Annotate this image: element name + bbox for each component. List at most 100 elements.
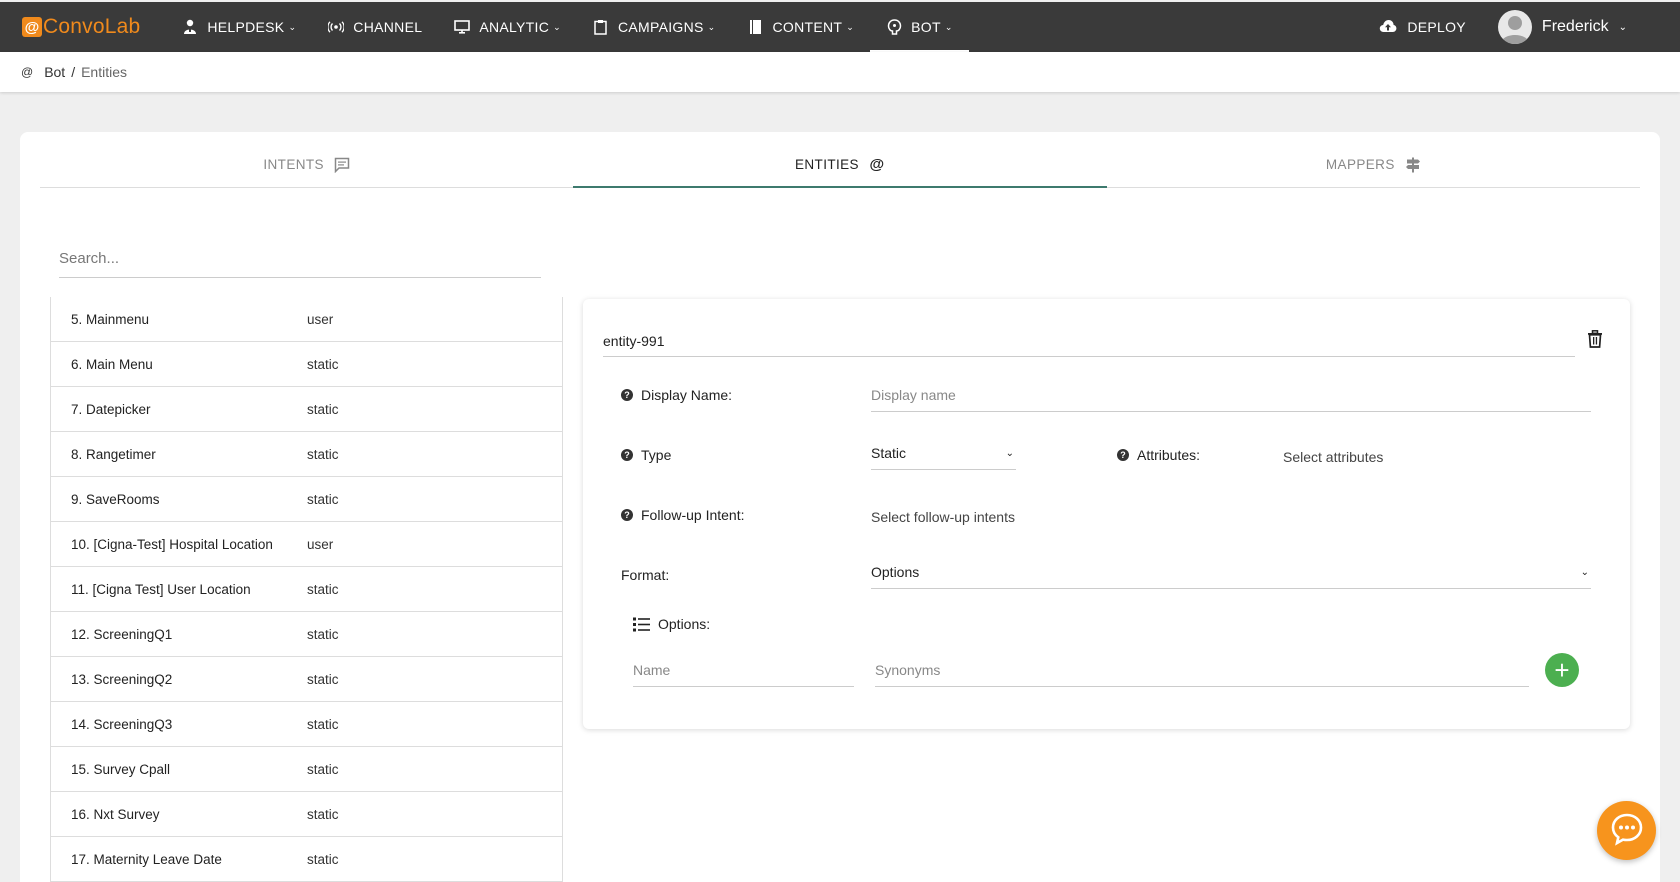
tab-mappers[interactable]: MAPPERS: [1107, 142, 1640, 187]
list-item[interactable]: 13. ScreeningQ2 static: [51, 657, 562, 702]
list-item[interactable]: 11. [Cigna Test] User Location static: [51, 567, 562, 612]
nav-item-helpdesk[interactable]: HELPDESK ⌄: [166, 2, 312, 52]
entity-name: 12. ScreeningQ1: [71, 626, 173, 642]
nav-label: CONTENT: [772, 19, 843, 35]
add-option-button[interactable]: +: [1545, 653, 1579, 687]
list-item[interactable]: 5. Mainmenu user: [51, 297, 562, 342]
format-select[interactable]: Options ⌄: [871, 556, 1591, 589]
chevron-down-icon: ⌄: [288, 21, 297, 32]
user-name: Frederick: [1541, 18, 1609, 35]
attributes-label: ? Attributes:: [1117, 447, 1200, 463]
chevron-down-icon: ⌄: [553, 21, 561, 32]
entity-type: static: [307, 806, 339, 822]
avatar: [1497, 10, 1532, 44]
nav-item-analytic[interactable]: ANALYTIC ⌄: [438, 2, 577, 52]
entity-name: 5. Mainmenu: [71, 311, 150, 327]
breadcrumb-separator: /: [71, 64, 76, 80]
entity-name-input[interactable]: [603, 325, 1575, 357]
display-name-input[interactable]: [871, 379, 1591, 412]
nav-item-bot[interactable]: BOT ⌄: [870, 2, 969, 52]
logo-icon: @: [22, 17, 42, 37]
question-circle-icon: ?: [621, 389, 633, 401]
attributes-label-text: Attributes:: [1137, 447, 1201, 463]
nav-label: CHANNEL: [353, 19, 423, 35]
nav-item-campaigns[interactable]: CAMPAIGNS ⌄: [577, 2, 732, 52]
entity-list: 5. Mainmenu user 6. Main Menu static 7. Date…: [50, 297, 563, 882]
tab-intents[interactable]: INTENTS: [40, 142, 573, 187]
entity-type: user: [307, 311, 334, 327]
question-circle-icon: ?: [621, 449, 633, 461]
chat-widget-button[interactable]: [1597, 801, 1656, 860]
option-synonyms-input[interactable]: [875, 653, 1529, 687]
type-label-text: Type: [641, 447, 672, 463]
list-item[interactable]: 12. ScreeningQ1 static: [51, 612, 562, 657]
list-item[interactable]: 15. Survey Cpall static: [51, 747, 562, 792]
entity-type: static: [307, 401, 339, 417]
deploy-button[interactable]: DEPLOY: [1379, 19, 1466, 35]
entity-type: user: [307, 536, 334, 552]
main-card: INTENTS ENTITIES @ MAPPERS 5. Mainmenu us…: [20, 132, 1660, 882]
options-label-text: Options:: [658, 616, 711, 632]
tabs: INTENTS ENTITIES @ MAPPERS: [40, 142, 1640, 188]
type-select[interactable]: Static ⌄: [871, 437, 1016, 470]
monitor-icon: [454, 19, 471, 35]
list-icon: [633, 617, 650, 632]
entity-name: 14. ScreeningQ3: [71, 716, 173, 732]
entity-type: static: [307, 581, 339, 597]
plus-icon: +: [1554, 655, 1570, 685]
breadcrumb-entities: Entities: [81, 64, 128, 80]
entity-detail-panel: ? Display Name: ? Type Static ⌄ ? Attrib…: [583, 299, 1630, 729]
chevron-down-icon: ⌄: [1005, 447, 1014, 459]
entity-name: 13. ScreeningQ2: [71, 671, 173, 687]
nav-item-content[interactable]: CONTENT ⌄: [732, 2, 871, 52]
followup-intent-select[interactable]: Select follow-up intents: [871, 509, 1015, 525]
format-select-value: Options: [871, 564, 920, 580]
logo[interactable]: @ ConvoLab: [22, 15, 140, 39]
nav-right: DEPLOY Frederick ⌄: [1379, 2, 1680, 52]
tab-entities[interactable]: ENTITIES @: [573, 142, 1107, 188]
entity-type: static: [307, 851, 339, 867]
question-circle-icon: ?: [621, 509, 633, 521]
option-name-input[interactable]: [633, 653, 854, 687]
top-nav: @ ConvoLab HELPDESK ⌄ CHANNEL ANALYTIC ⌄: [0, 2, 1680, 52]
list-item[interactable]: 6. Main Menu static: [51, 342, 562, 387]
entity-name: 7. Datepicker: [71, 401, 151, 417]
cloud-upload-icon: [1379, 19, 1397, 35]
list-item[interactable]: 16. Nxt Survey static: [51, 792, 562, 837]
entity-type: static: [307, 671, 339, 687]
list-item[interactable]: 8. Rangetimer static: [51, 432, 562, 477]
list-item[interactable]: 14. ScreeningQ3 static: [51, 702, 562, 747]
tab-label: ENTITIES: [795, 157, 859, 172]
entity-type: static: [307, 716, 339, 732]
entity-name: 11. [Cigna Test] User Location: [71, 581, 251, 597]
display-name-label: ? Display Name:: [621, 387, 732, 403]
list-item[interactable]: 9. SaveRooms static: [51, 477, 562, 522]
attributes-select[interactable]: Select attributes: [1283, 449, 1383, 465]
entity-type: static: [307, 446, 339, 462]
search-input[interactable]: [59, 240, 541, 278]
user-menu[interactable]: Frederick ⌄: [1497, 10, 1627, 44]
nav-items: HELPDESK ⌄ CHANNEL ANALYTIC ⌄ CAMPAIGNS …: [166, 2, 969, 52]
message-icon: [334, 157, 350, 173]
tab-label: MAPPERS: [1325, 157, 1395, 172]
nav-item-channel[interactable]: CHANNEL: [312, 2, 438, 52]
followup-intent-label-text: Follow-up Intent:: [641, 507, 745, 523]
list-item[interactable]: 10. [Cigna-Test] Hospital Location user: [51, 522, 562, 567]
bot-head-icon: [886, 19, 902, 35]
at-icon: @: [869, 156, 885, 173]
nav-label: CAMPAIGNS: [617, 19, 704, 35]
chevron-down-icon: ⌄: [707, 21, 716, 32]
list-item[interactable]: 7. Datepicker static: [51, 387, 562, 432]
trash-icon[interactable]: [1587, 330, 1605, 348]
entity-type: static: [307, 626, 339, 642]
breadcrumb-bot[interactable]: Bot: [44, 64, 65, 80]
list-item[interactable]: 17. Maternity Leave Date static: [51, 837, 562, 882]
tab-label: INTENTS: [263, 157, 324, 172]
entity-name: 15. Survey Cpall: [71, 761, 171, 777]
breadcrumb: @ Bot / Entities: [0, 52, 1680, 92]
entity-name: 8. Rangetimer: [71, 446, 156, 462]
broadcast-icon: [328, 19, 345, 35]
entity-name: 17. Maternity Leave Date: [71, 851, 222, 867]
clipboard-icon: [593, 19, 609, 35]
chat-bubble-icon: [1610, 812, 1644, 849]
